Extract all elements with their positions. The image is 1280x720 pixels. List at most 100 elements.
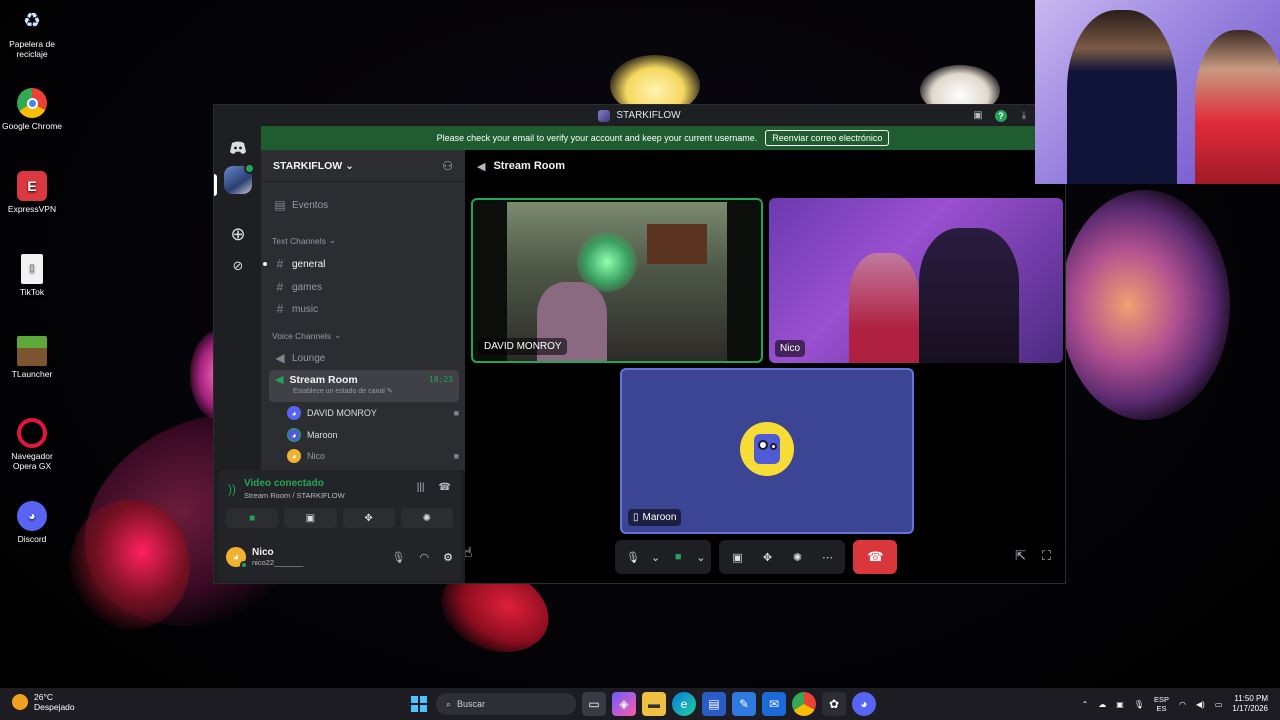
wifi-icon[interactable]: ◠	[1179, 700, 1186, 709]
chevron-down-icon[interactable]: ⌄	[651, 551, 660, 564]
category-text-channels[interactable]: Text Channels ⌄	[272, 235, 336, 246]
weather-widget[interactable]: 26°C Despejado	[12, 692, 75, 712]
video-tile-nico[interactable]: Nico	[769, 198, 1063, 363]
channel-label: Stream Room	[289, 373, 358, 386]
user-avatar[interactable]: ◕	[226, 547, 248, 569]
copilot-icon[interactable]: ◈	[612, 692, 636, 716]
noise-suppression-icon[interactable]: |||	[417, 482, 425, 493]
mail-icon[interactable]: ✉	[762, 692, 786, 716]
desktop-icon-label: TikTok	[19, 287, 45, 297]
edge-icon[interactable]: e	[672, 692, 696, 716]
category-voice-channels[interactable]: Voice Channels ⌄	[272, 330, 341, 341]
inbox-icon[interactable]: ▣	[971, 109, 985, 123]
activities-button[interactable]: ✥	[342, 508, 395, 528]
window-titlebar: STARKIFLOW ▣ ? ⤓ –	[214, 105, 1065, 126]
channel-music[interactable]: # music	[269, 299, 459, 319]
server-selected-indicator	[214, 174, 217, 196]
chatgpt-icon[interactable]: ✿	[822, 692, 846, 716]
channel-games[interactable]: # games	[269, 277, 459, 297]
recycle-bin-icon: ♻	[23, 10, 41, 32]
taskbar-search[interactable]: ⌕ Buscar	[436, 693, 576, 715]
microphone-icon[interactable]: 🎙︎	[621, 545, 645, 569]
tray-app-icon[interactable]: ▣	[1116, 700, 1124, 709]
desktop-icon-tiktok[interactable]: ▯ TikTok	[2, 254, 62, 297]
onedrive-icon[interactable]: ☁	[1098, 700, 1106, 709]
speaker-icon: ◀	[477, 160, 486, 173]
desktop-icon-expressvpn[interactable]: E ExpressVPN	[2, 171, 62, 214]
microphone-icon[interactable]: 🎙︎	[392, 551, 406, 564]
task-view-icon[interactable]: ▭	[582, 692, 606, 716]
desktop-icon-opera-gx[interactable]: Navegador Opera GX	[2, 418, 62, 471]
disconnect-icon[interactable]: ☎	[439, 482, 451, 493]
store-icon[interactable]: ▤	[702, 692, 726, 716]
weather-icon	[12, 694, 28, 710]
desktop-icon-recycle-bin[interactable]: ♻ Papelera de reciclaje	[2, 6, 62, 59]
add-server-icon[interactable]: ⊕	[224, 220, 252, 248]
screen-share-icon[interactable]: ▣	[725, 545, 749, 569]
media-control-group: ▣ ✥ ✺ ⋯	[719, 540, 846, 574]
chevron-down-icon[interactable]: ⌄	[696, 551, 705, 564]
discord-icon[interactable]: ◕	[852, 692, 876, 716]
headphones-icon[interactable]: ◠	[420, 551, 430, 564]
camera-toggle-button[interactable]: ■	[226, 508, 279, 528]
hashtag-icon: #	[276, 302, 284, 316]
camera-icon[interactable]: ■	[666, 545, 690, 569]
whiteboard-icon[interactable]: ✎	[732, 692, 756, 716]
voice-member-david[interactable]: ◕ DAVID MONROY ■	[287, 404, 459, 422]
discord-home-icon[interactable]	[224, 134, 252, 162]
more-options-icon[interactable]: ⋯	[815, 545, 839, 569]
webcam-person	[1067, 10, 1177, 184]
invite-people-icon[interactable]: ⚇	[442, 159, 453, 173]
events-item[interactable]: ▤ Eventos	[269, 195, 459, 215]
call-header: ◀ Stream Room	[465, 150, 1065, 182]
server-header[interactable]: STARKIFLOW ⌄ ⚇	[261, 150, 465, 182]
voice-member-nico[interactable]: ◕ Nico ■	[287, 447, 459, 465]
explore-icon[interactable]: ⊘	[224, 252, 252, 280]
microphone-icon[interactable]: 🎙︎	[1134, 700, 1144, 709]
language-indicator[interactable]: ESP ES	[1154, 695, 1169, 713]
soundboard-button[interactable]: ✺	[400, 508, 453, 528]
gear-icon[interactable]: ⚙	[443, 551, 453, 564]
chevron-up-icon[interactable]: ⌃	[1082, 700, 1089, 709]
chrome-icon	[17, 88, 47, 118]
tile-label: DAVID MONROY	[479, 338, 567, 355]
clock[interactable]: 11:50 PM 1/17/2026	[1232, 694, 1268, 714]
volume-icon[interactable]: ◀)	[1196, 700, 1205, 709]
file-explorer-icon[interactable]: ▬	[642, 692, 666, 716]
voice-channel-stream-room[interactable]: ◀ Stream Room 18:23 Establece un estado …	[269, 370, 459, 402]
end-call-button[interactable]: ☎	[853, 540, 898, 574]
voice-member-maroon[interactable]: ◕ Maroon	[287, 426, 459, 444]
hangup-icon: ☎	[867, 549, 884, 564]
battery-icon[interactable]: ▭	[1215, 700, 1223, 709]
help-icon[interactable]: ?	[995, 109, 1007, 122]
video-tile-maroon[interactable]: ▯ Maroon	[620, 368, 914, 534]
desktop-icon-chrome[interactable]: Google Chrome	[2, 88, 62, 131]
soundboard-icon[interactable]: ✺	[785, 545, 809, 569]
connection-location[interactable]: Stream Room / STARKIFLOW	[244, 491, 345, 500]
desktop-icon-discord[interactable]: ◕ Discord	[2, 501, 62, 544]
voice-active-badge	[244, 163, 255, 174]
popout-icon[interactable]: ⇱	[1015, 548, 1026, 564]
start-button[interactable]	[408, 693, 430, 715]
desktop-icon-tlauncher[interactable]: TLauncher	[2, 336, 62, 379]
opera-gx-icon	[17, 418, 47, 448]
resend-email-button[interactable]: Reenviar correo electrónico	[765, 130, 890, 146]
voice-channel-lounge[interactable]: ◀ Lounge	[269, 348, 459, 368]
activities-icon[interactable]: ✥	[755, 545, 779, 569]
expressvpn-icon: E	[17, 171, 47, 201]
chrome-icon[interactable]	[792, 692, 816, 716]
connection-status[interactable]: Video conectado	[244, 478, 345, 489]
user-name: Nico	[252, 547, 274, 558]
download-icon[interactable]: ⤓	[1017, 109, 1031, 123]
channel-general[interactable]: # general	[263, 254, 459, 274]
channel-status-input[interactable]: Establece un estado de canal ✎	[293, 387, 453, 395]
fullscreen-icon[interactable]: ⛶	[1042, 548, 1051, 564]
share-screen-button[interactable]: ▣	[284, 508, 337, 528]
category-label: Text Channels	[272, 235, 326, 246]
weather-temp: 26°C	[34, 692, 53, 702]
mobile-icon: ▯	[633, 512, 639, 523]
server-icon-starkiflow[interactable]	[224, 163, 255, 194]
call-controls: 🎙︎ ⌄ ■ ⌄ ▣ ✥ ✺ ⋯ ☎	[615, 540, 898, 574]
hashtag-icon: #	[276, 280, 284, 294]
video-tile-david[interactable]: DAVID MONROY	[471, 198, 763, 363]
